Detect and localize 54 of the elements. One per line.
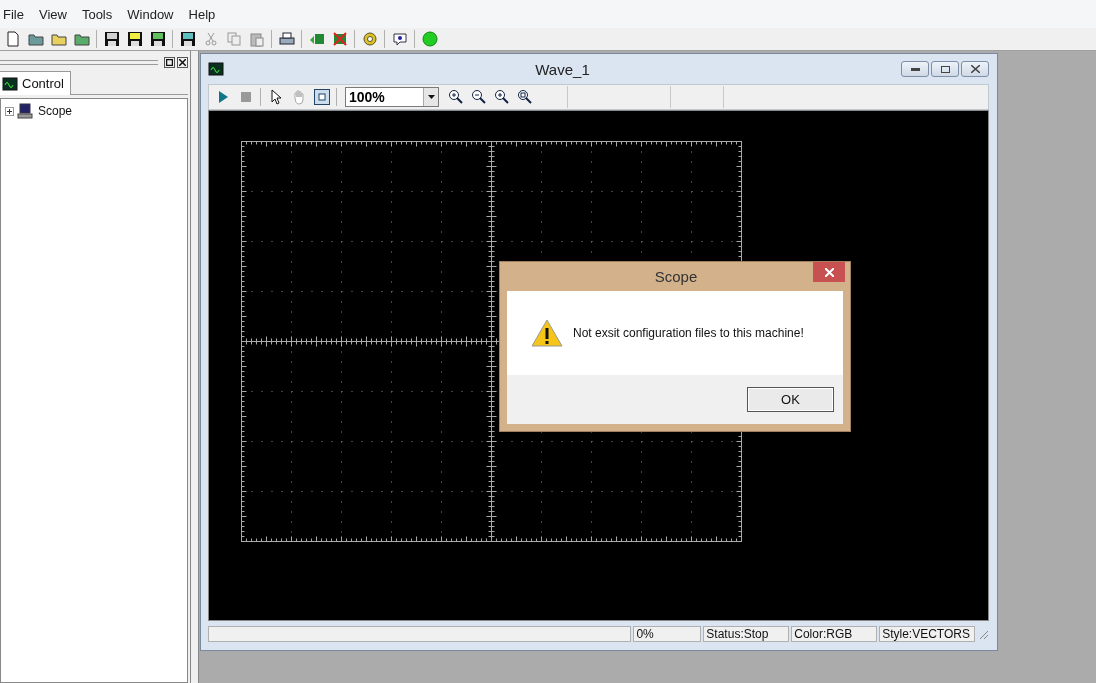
cross-icon bbox=[331, 31, 348, 47]
window-title: Wave_1 bbox=[534, 60, 591, 78]
dialog-title: Scope bbox=[653, 268, 699, 285]
minimize-icon bbox=[910, 67, 920, 71]
status-light-icon bbox=[421, 31, 438, 47]
ok-button[interactable]: OK bbox=[747, 387, 834, 412]
plus-icon bbox=[6, 107, 13, 115]
zoom-in-icon bbox=[447, 89, 464, 105]
zoom-fit-icon bbox=[516, 89, 533, 105]
status-text: Style:VECTORS bbox=[879, 626, 975, 642]
open-folder-icon bbox=[50, 31, 67, 47]
menu-item[interactable]: View bbox=[32, 6, 76, 22]
fit-button[interactable] bbox=[311, 87, 332, 107]
new-document-icon bbox=[4, 31, 21, 47]
status-text: Status:Stop bbox=[703, 626, 790, 642]
printer-icon bbox=[278, 31, 295, 47]
maximize-button[interactable] bbox=[931, 61, 959, 77]
restore-icon bbox=[166, 58, 173, 66]
minimize-button[interactable] bbox=[901, 61, 929, 77]
close-icon bbox=[970, 65, 980, 73]
paste-icon bbox=[248, 31, 265, 47]
arrow-icon bbox=[308, 31, 325, 47]
scissors-icon bbox=[202, 31, 219, 47]
fit-view-icon bbox=[313, 89, 330, 105]
status-text: Color:RGB bbox=[791, 626, 878, 642]
tree-item[interactable]: Scope bbox=[36, 103, 75, 119]
scope-icon bbox=[208, 61, 224, 77]
gear-icon bbox=[361, 31, 378, 47]
menu-item[interactable]: File bbox=[0, 6, 33, 22]
status-text: 0% bbox=[633, 626, 702, 642]
menu-item[interactable]: Help bbox=[182, 6, 225, 22]
dialog-message: Not exsit configuration files to this machine! bbox=[573, 326, 804, 340]
menu-item[interactable]: Window bbox=[121, 6, 183, 22]
close-button[interactable] bbox=[961, 61, 989, 77]
close-icon bbox=[179, 58, 186, 66]
menu-item[interactable]: Tools bbox=[75, 6, 122, 22]
expand-button[interactable] bbox=[5, 106, 14, 116]
open-folder-icon bbox=[73, 31, 90, 47]
maximize-icon bbox=[940, 65, 950, 73]
copy-icon bbox=[225, 31, 242, 47]
close-button[interactable] bbox=[177, 56, 188, 68]
restore-button[interactable] bbox=[164, 56, 175, 68]
zoom-in-icon bbox=[493, 89, 510, 105]
resize-grip-icon bbox=[977, 628, 989, 640]
info-icon bbox=[391, 31, 408, 47]
dropdown-arrow-icon bbox=[427, 95, 435, 99]
close-icon bbox=[824, 267, 834, 277]
panel-tab[interactable]: Control bbox=[0, 71, 71, 95]
dropdown-button[interactable] bbox=[423, 88, 438, 106]
warning-icon bbox=[531, 319, 563, 347]
scope-icon bbox=[2, 75, 18, 92]
open-folder-icon bbox=[27, 31, 44, 47]
computer-icon bbox=[17, 103, 33, 119]
zoom-out-icon bbox=[470, 89, 487, 105]
